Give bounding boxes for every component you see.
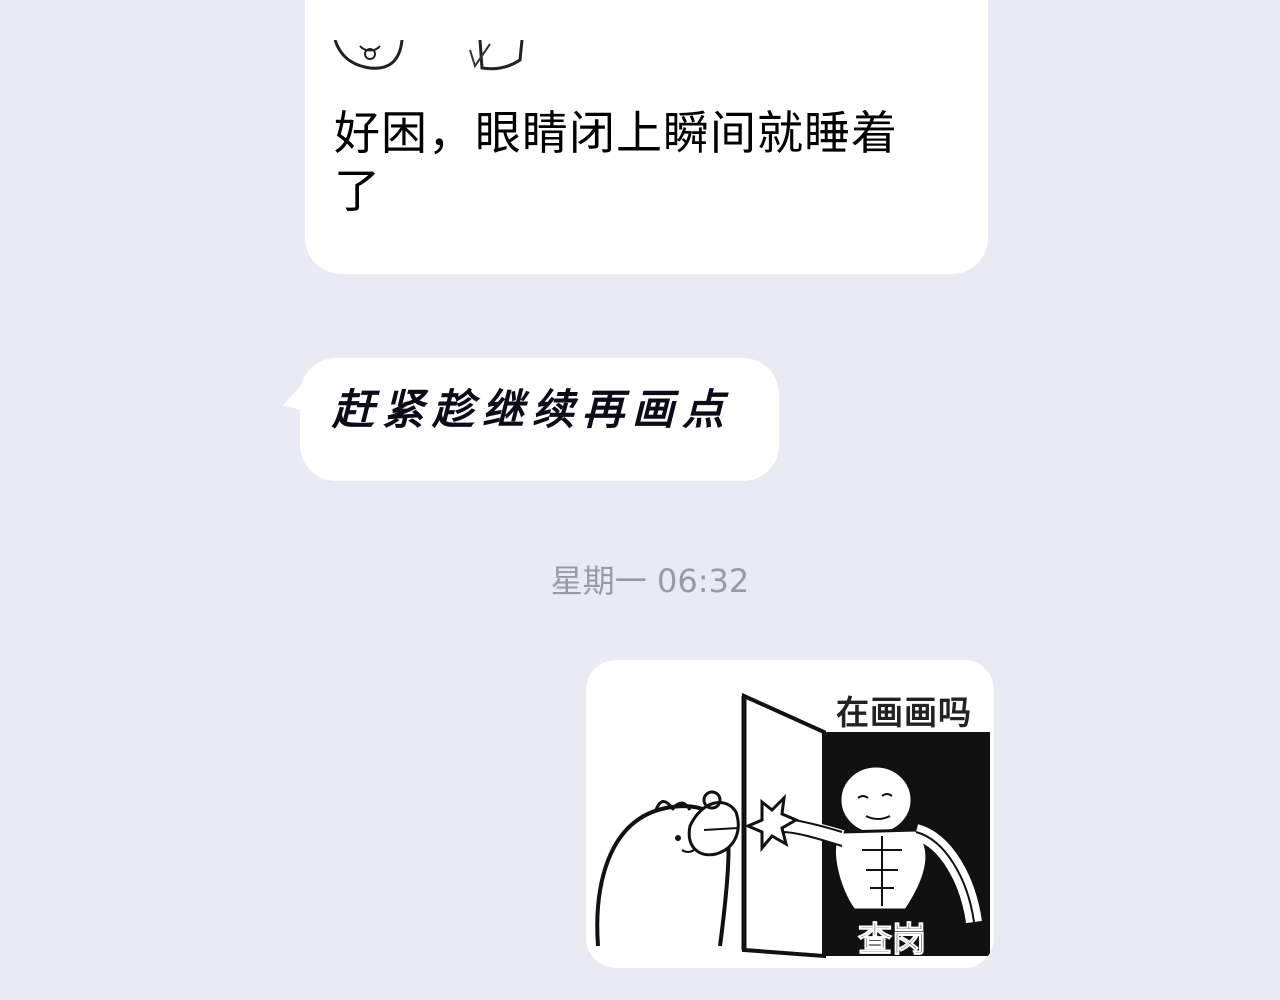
sticker-caption: 在画画吗 <box>836 693 972 732</box>
message-text: 赶紧趁继续再画点 <box>332 385 733 434</box>
timestamp-divider: 星期一 06:32 <box>550 562 750 600</box>
message-text: 好困，眼睛闭上瞬间就睡着了 <box>334 106 898 218</box>
sticker-message-outgoing[interactable]: 在画画吗 查岗 <box>586 660 994 968</box>
chat-view: 好困，眼睛闭上瞬间就睡着了 赶紧趁继续再画点 星期一 06:32 在画画吗 查岗 <box>0 0 1280 1000</box>
sticker-image-partial[interactable] <box>330 39 530 72</box>
sticker-caption: 查岗 <box>858 920 927 961</box>
sticker-drawing <box>333 39 524 71</box>
